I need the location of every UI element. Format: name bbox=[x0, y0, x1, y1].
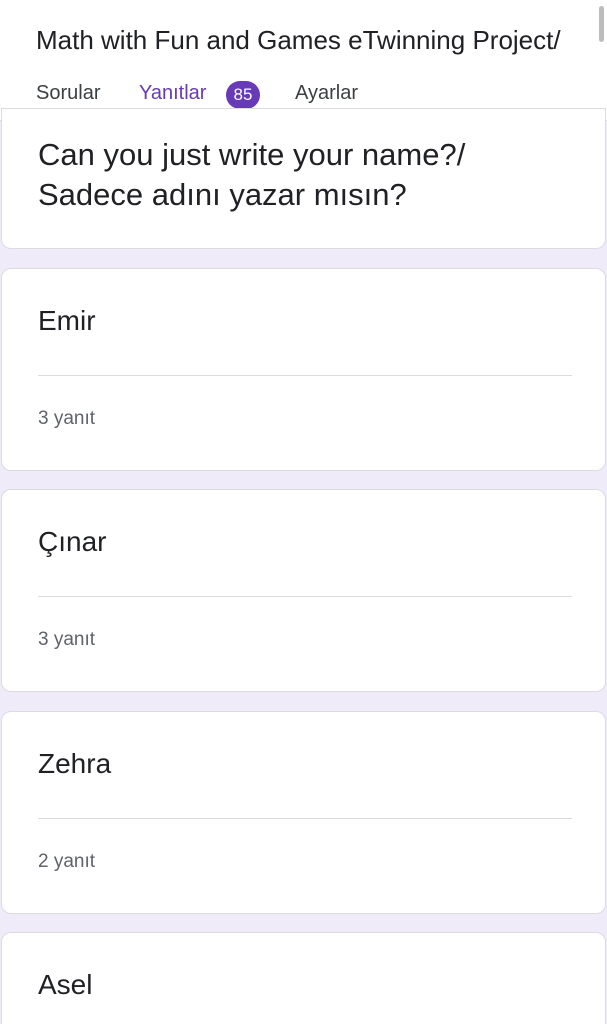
form-title: Math with Fun and Games eTwinning Projec… bbox=[36, 25, 561, 55]
scrollbar-thumb[interactable] bbox=[599, 6, 604, 42]
divider bbox=[38, 596, 572, 597]
tab-settings-label: Ayarlar bbox=[295, 82, 358, 104]
response-text: Asel bbox=[38, 969, 93, 1000]
response-text: Zehra bbox=[38, 748, 112, 779]
response-count: 3 yanıt bbox=[38, 408, 96, 429]
question-line-2: Sadece adını yazar mısın? bbox=[38, 177, 407, 212]
app-header: Math with Fun and Games eTwinning Projec… bbox=[0, 0, 607, 121]
response-count: 2 yanıt bbox=[38, 851, 96, 872]
divider bbox=[38, 375, 572, 376]
response-text: Emir bbox=[38, 305, 96, 336]
response-card-asel: Asel bbox=[1, 932, 606, 1024]
question-card: Can you just write your name?/ Sadece ad… bbox=[1, 108, 606, 249]
responses-count-badge: 85 bbox=[226, 81, 260, 109]
response-card-emir: Emir 3 yanıt bbox=[1, 268, 606, 471]
response-card-zehra: Zehra 2 yanıt bbox=[1, 711, 606, 914]
divider bbox=[38, 818, 572, 819]
response-card-cinar: Çınar 3 yanıt bbox=[1, 489, 606, 692]
tab-questions-label: Sorular bbox=[36, 82, 101, 104]
question-line-1: Can you just write your name?/ bbox=[38, 137, 466, 172]
question-title: Can you just write your name?/ Sadece ad… bbox=[38, 135, 578, 215]
response-text: Çınar bbox=[38, 526, 107, 557]
response-count: 3 yanıt bbox=[38, 629, 96, 650]
